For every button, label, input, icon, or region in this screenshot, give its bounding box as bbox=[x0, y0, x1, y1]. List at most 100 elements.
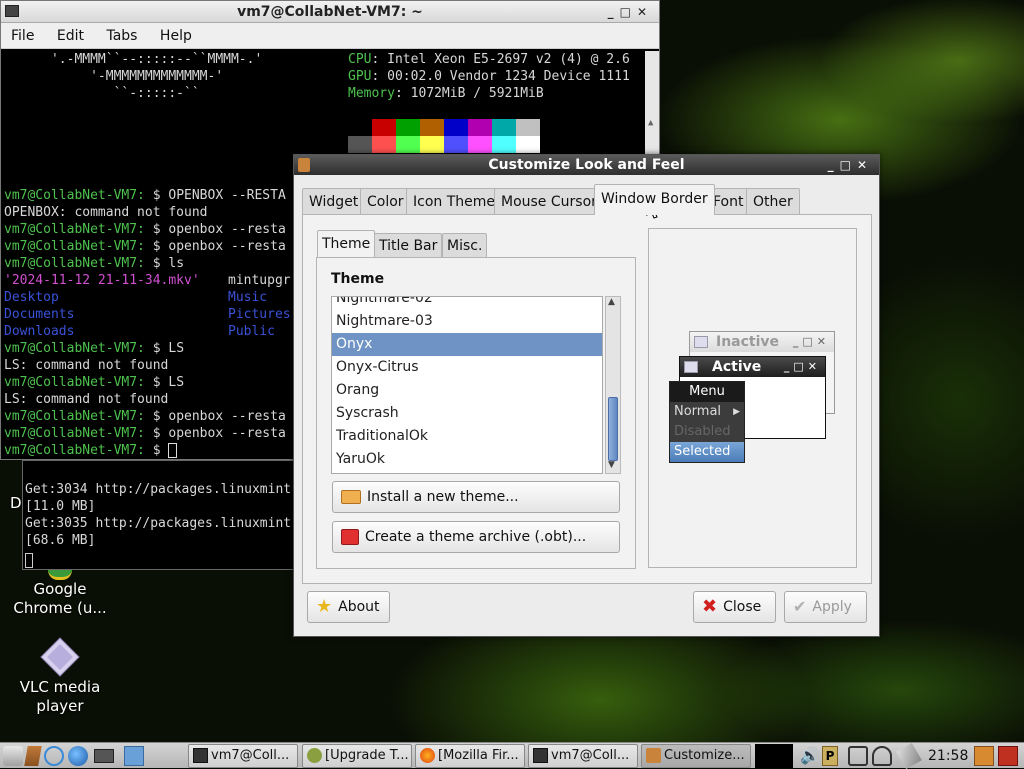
clipboard-icon[interactable] bbox=[848, 746, 868, 766]
terminal-line: vm7@CollabNet-VM7: $ bbox=[4, 442, 286, 459]
terminal-titlebar[interactable]: vm7@CollabNet-VM7: ~ _□✕ bbox=[1, 1, 659, 23]
menu-tabs[interactable]: Tabs bbox=[106, 28, 137, 44]
taskbar-task[interactable]: vm7@Coll... bbox=[528, 744, 638, 768]
desktop-icon-chrome[interactable]: Google Chrome (u... bbox=[0, 570, 120, 618]
desktop-icon-label: Google bbox=[33, 580, 87, 598]
dialog-titlebar[interactable]: Customize Look and Feel _□✕ bbox=[294, 155, 879, 175]
minimize-icon[interactable]: _ bbox=[608, 5, 620, 19]
close-x-icon: ✖ bbox=[702, 596, 718, 617]
menu-launcher-icon[interactable] bbox=[3, 746, 23, 766]
scroll-up-arrow-icon[interactable]: ▲ bbox=[608, 297, 615, 307]
neofetch-art: '.-MMMM``--:::::--``MMMM-.' bbox=[4, 52, 263, 67]
submenu-arrow-icon: ▶ bbox=[733, 407, 740, 417]
menu-help[interactable]: Help bbox=[160, 28, 192, 44]
palette-swatch bbox=[396, 136, 420, 153]
scroll-down-arrow-icon[interactable]: ▼ bbox=[608, 460, 615, 470]
display-icon[interactable] bbox=[974, 746, 994, 766]
maximize-icon[interactable]: □ bbox=[840, 158, 857, 172]
theme-list[interactable]: Nightmare-02 Nightmare-03 Onyx Onyx-Citr… bbox=[331, 296, 603, 474]
taskbar-task-active[interactable]: Customize... bbox=[641, 744, 751, 768]
scrollbar-thumb[interactable] bbox=[608, 397, 618, 461]
terminal-line: LS: command not found bbox=[4, 392, 169, 407]
theme-item[interactable]: YaruOk bbox=[332, 448, 602, 471]
theme-list-scrollbar[interactable]: ▲ ▼ bbox=[605, 296, 621, 474]
palette-swatch bbox=[468, 136, 492, 153]
terminal-background[interactable]: Get:3034 http://packages.linuxmint [11.0… bbox=[22, 460, 294, 570]
palette-swatch bbox=[348, 119, 372, 136]
maximize-icon[interactable]: □ bbox=[620, 5, 637, 19]
scroll-up-arrow-icon[interactable]: ▲ bbox=[648, 115, 653, 132]
palette-swatch bbox=[444, 119, 468, 136]
tab-window-border[interactable]: Window Border bbox=[594, 184, 715, 215]
theme-item[interactable]: Onyx-Citrus bbox=[332, 356, 602, 379]
terminal-line: OPENBOX: command not found bbox=[4, 205, 208, 220]
window-icon bbox=[694, 336, 708, 348]
subtab-title-bar[interactable]: Title Bar bbox=[374, 233, 443, 257]
terminal-icon bbox=[193, 748, 208, 763]
clock[interactable]: 21:58 bbox=[928, 743, 968, 769]
terminal-line: vm7@CollabNet-VM7: $ openbox --resta bbox=[4, 426, 286, 441]
preview-active-title: Active bbox=[712, 359, 762, 375]
preview-inactive-title: Inactive bbox=[716, 334, 780, 350]
ls-output-line: Desktop Music bbox=[4, 290, 268, 305]
logout-icon[interactable] bbox=[998, 746, 1018, 766]
theme-item[interactable]: TraditionalOk bbox=[332, 425, 602, 448]
terminal-line: vm7@CollabNet-VM7: $ openbox --resta bbox=[4, 239, 286, 254]
volume-icon[interactable]: 🔊 bbox=[800, 746, 820, 766]
minimize-icon[interactable]: _ bbox=[828, 158, 840, 172]
p-indicator-icon[interactable]: P bbox=[822, 746, 838, 766]
taskbar-task[interactable]: vm7@Coll... bbox=[188, 744, 298, 768]
tab-color[interactable]: Color bbox=[360, 188, 411, 215]
theme-item[interactable]: Orang bbox=[332, 379, 602, 402]
neofetch-art: '-MMMMMMMMMMMMM-' bbox=[4, 69, 224, 84]
palette-swatch bbox=[444, 136, 468, 153]
ls-output-line: Downloads Public bbox=[4, 324, 275, 339]
about-button[interactable]: ★ About bbox=[307, 591, 390, 623]
palette-swatch bbox=[372, 119, 396, 136]
terminal-line: [11.0 MB] bbox=[25, 499, 96, 514]
theme-item[interactable]: Nightmare-03 bbox=[332, 310, 602, 333]
menu-edit[interactable]: Edit bbox=[57, 28, 84, 44]
menu-file[interactable]: File bbox=[11, 28, 34, 44]
tab-mouse-cursor[interactable]: Mouse Cursor bbox=[494, 188, 604, 215]
terminal-line: vm7@CollabNet-VM7: $ LS bbox=[4, 341, 185, 356]
ls-output-line: Documents Pictures bbox=[4, 307, 291, 322]
apply-button[interactable]: ✔ Apply bbox=[784, 591, 867, 623]
search-icon[interactable] bbox=[44, 746, 64, 766]
terminal-menubar: File Edit Tabs Help bbox=[1, 23, 659, 49]
subtab-theme[interactable]: Theme bbox=[317, 230, 376, 257]
terminal-line: Get:3035 http://packages.linuxmint bbox=[25, 516, 292, 531]
browser-globe-icon[interactable] bbox=[68, 746, 88, 766]
tab-icon-theme[interactable]: Icon Theme bbox=[406, 188, 503, 215]
archive-icon bbox=[341, 529, 359, 545]
brush-icon[interactable] bbox=[24, 746, 42, 766]
close-button[interactable]: ✖ Close bbox=[693, 591, 776, 623]
taskbar-task[interactable]: [Mozilla Fir... bbox=[415, 744, 525, 768]
neofetch-cpu: CPU: Intel Xeon E5-2697 v2 (4) @ 2.6 bbox=[348, 52, 630, 67]
theme-item-selected[interactable]: Onyx bbox=[332, 333, 602, 356]
subtab-misc[interactable]: Misc. bbox=[442, 233, 488, 257]
tab-widget[interactable]: Widget bbox=[302, 188, 366, 215]
create-theme-archive-button[interactable]: Create a theme archive (.obt)... bbox=[332, 521, 620, 553]
terminal-cursor bbox=[168, 443, 178, 458]
desktop-icon-label: VLC media bbox=[19, 678, 101, 696]
terminal-line: vm7@CollabNet-VM7: $ openbox --resta bbox=[4, 222, 286, 237]
desktop-icon-vlc[interactable]: VLC media player bbox=[0, 636, 120, 716]
vlc-icon bbox=[40, 637, 80, 677]
palette-swatch bbox=[420, 136, 444, 153]
taskbar: vm7@Coll... [Upgrade T... [Mozilla Fir..… bbox=[0, 742, 1024, 769]
tab-other[interactable]: Other bbox=[746, 188, 800, 215]
window-switcher-icon[interactable] bbox=[124, 746, 144, 766]
close-icon[interactable]: ✕ bbox=[637, 5, 653, 19]
ls-output-line: '2024-11-12 21-11-34.mkv' mintupgr bbox=[4, 273, 291, 288]
palette-swatch bbox=[372, 136, 396, 153]
network-icon[interactable] bbox=[896, 742, 922, 769]
terminal-launcher-icon[interactable] bbox=[94, 749, 114, 763]
theme-item[interactable]: Nightmare-02 bbox=[332, 297, 602, 310]
terminal-line: vm7@CollabNet-VM7: $ openbox --resta bbox=[4, 409, 286, 424]
update-shield-icon[interactable] bbox=[872, 746, 892, 766]
close-icon[interactable]: ✕ bbox=[857, 158, 873, 172]
install-theme-button[interactable]: Install a new theme... bbox=[332, 481, 620, 513]
theme-item[interactable]: Syscrash bbox=[332, 402, 602, 425]
taskbar-task[interactable]: [Upgrade T... bbox=[302, 744, 412, 768]
